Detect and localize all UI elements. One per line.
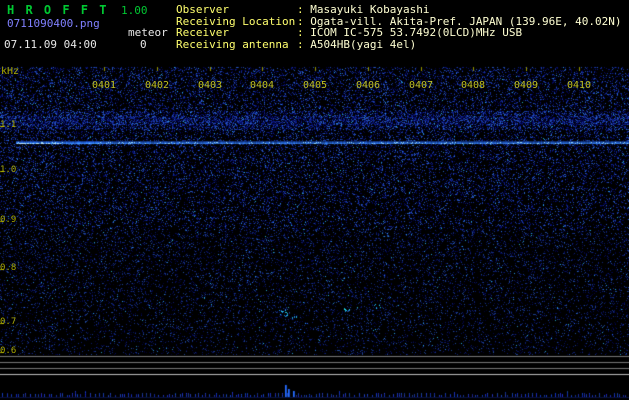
observation-mode-label: meteor <box>128 26 168 39</box>
station-info-row: Receiving antenna: A504HB(yagi 4el) <box>176 37 622 51</box>
time-label: 0410 <box>567 80 592 91</box>
time-label: 0408 <box>461 80 486 91</box>
datetime-label: 07.11.09 04:00 <box>4 38 97 51</box>
time-label: 0406 <box>356 80 381 91</box>
freq-label: 0.6 <box>0 346 17 356</box>
app-version: 1.00 <box>121 4 148 17</box>
freq-label: 0.8 <box>0 263 17 273</box>
freq-label: 0.7 <box>0 317 17 327</box>
station-info-list: Observer: Masayuki Kobayashi Receiving Lo… <box>176 4 622 50</box>
app-title: H R O F F T <box>7 3 109 17</box>
freq-unit-label: kHz <box>1 66 20 77</box>
freq-label: 0.9 <box>0 215 17 225</box>
info-label: Receiving antenna <box>176 37 289 51</box>
hrofft-window: H R O F F T 1.00 0711090400.png meteor 0… <box>0 0 629 400</box>
output-filename: 0711090400.png <box>7 17 100 30</box>
info-separator: : <box>297 37 311 51</box>
info-label: Observer <box>176 3 229 16</box>
echo-count: 0 <box>140 38 147 51</box>
time-label: 0401 <box>92 80 117 91</box>
time-label: 0403 <box>198 80 223 91</box>
info-value: A504HB(yagi 4el) <box>310 37 417 51</box>
time-label: 0404 <box>250 80 275 91</box>
freq-label: 1.0 <box>0 165 17 175</box>
freq-label: 1.1 <box>0 120 17 130</box>
time-label: 0402 <box>145 80 170 91</box>
info-label: Receiver <box>176 26 229 39</box>
time-label: 0409 <box>514 80 539 91</box>
time-label: 0405 <box>303 80 328 91</box>
spectrogram-plot <box>0 0 629 400</box>
time-label: 0407 <box>409 80 434 91</box>
